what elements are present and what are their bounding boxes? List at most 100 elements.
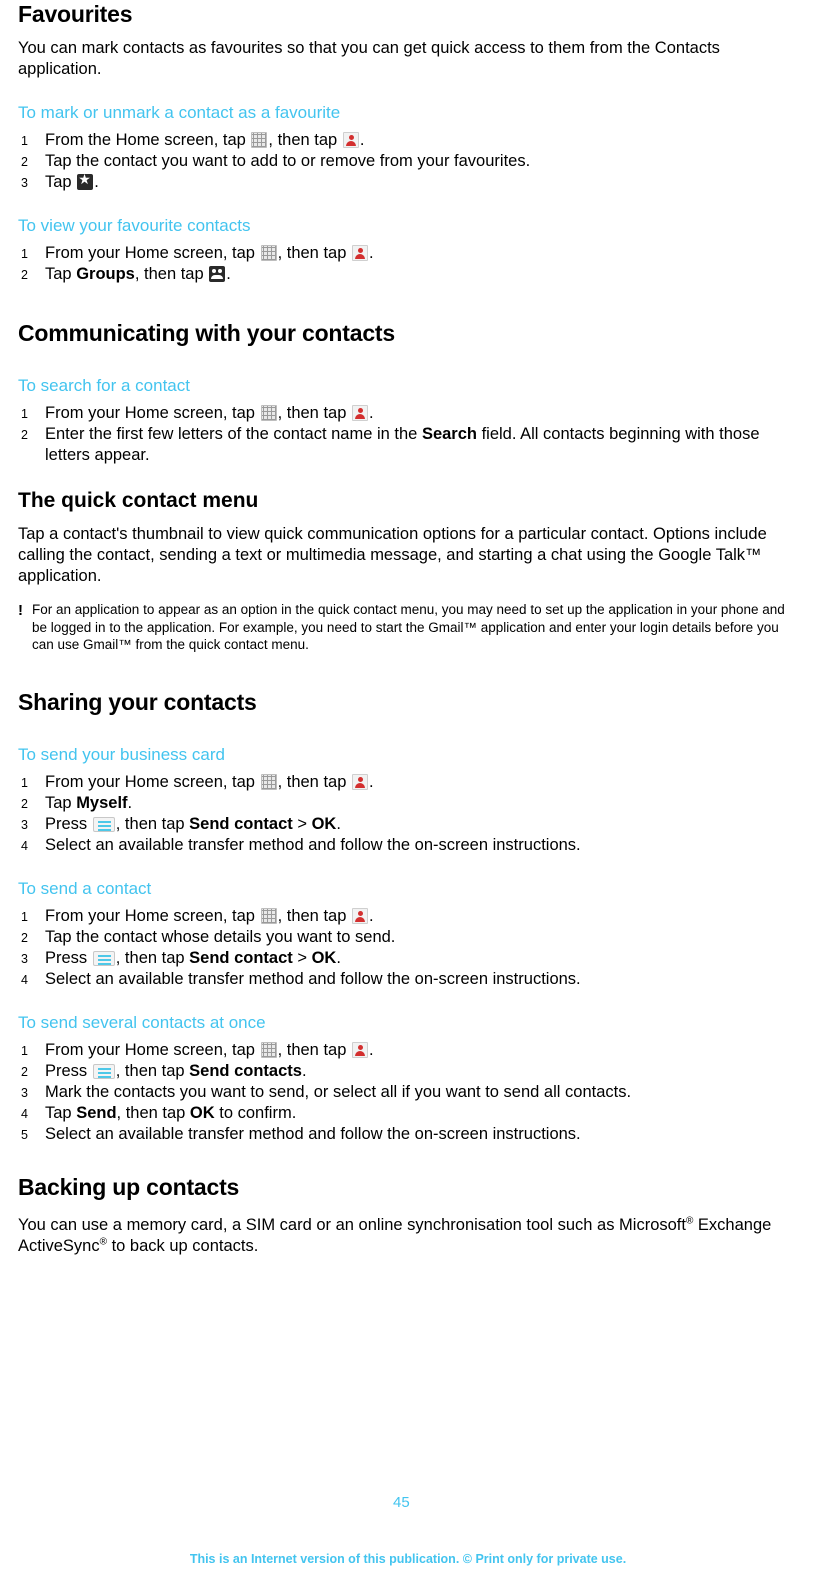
registered-mark: ® [99,1236,107,1247]
step-text: . [368,1040,374,1059]
contacts-icon [351,773,368,790]
step-text: . [368,244,374,262]
list-item: Tap Groups, then tap . [18,264,798,285]
step-text: From your Home screen, tap [45,906,260,925]
ui-label-ok: OK [311,814,337,833]
steps-search-contact: From your Home screen, tap , then tap . … [18,403,798,466]
text-part: to back up contacts. [107,1236,259,1255]
ui-label-send-contact: Send contact [189,814,293,833]
step-text: From your Home screen, tap [45,404,260,422]
text-part: You can use a memory card, a SIM card or… [18,1215,686,1234]
list-item: From the Home screen, tap , then tap . [18,130,798,151]
list-item: Select an available transfer method and … [18,969,798,990]
group-icon [209,266,226,282]
step-text: , then tap [115,948,190,967]
favourites-intro: You can mark contacts as favourites so t… [18,39,720,78]
step-text: Tap [45,1103,77,1122]
step-text: From your Home screen, tap [45,772,260,791]
contacts-icon [351,907,368,924]
apps-grid-icon [260,245,277,261]
list-item: From your Home screen, tap , then tap . [18,772,798,793]
list-item: From your Home screen, tap , then tap . [18,1040,798,1061]
step-text: , then tap [268,131,342,149]
list-item: From your Home screen, tap , then tap . [18,906,798,927]
heading-backing-up-contacts: Backing up contacts [18,1173,240,1200]
steps-view-favourites: From your Home screen, tap , then tap . … [18,243,798,285]
steps-send-contact: From your Home screen, tap , then tap . … [18,906,798,990]
list-item: Tap Myself. [18,793,798,814]
step-text: . [94,173,99,191]
contacts-icon [342,132,359,148]
menu-key-icon [92,950,115,966]
menu-key-icon [92,816,115,832]
ui-label-send: Send [76,1103,117,1122]
procedure-title-view-favourites: To view your favourite contacts [18,216,251,235]
step-text: , then tap [277,772,351,791]
step-text: From your Home screen, tap [45,1040,260,1059]
step-text: Select an available transfer method and … [45,969,581,988]
step-text: , then tap [115,814,190,833]
step-text: > [292,948,312,967]
step-text: , then tap [115,1061,190,1080]
contacts-icon [351,405,368,421]
step-text: . [368,906,374,925]
list-item: Select an available transfer method and … [18,1124,798,1145]
step-text: Enter the first few letters of the conta… [45,425,422,443]
note-icon: ! [18,602,23,619]
procedure-title-send-several-contacts: To send several contacts at once [18,1012,266,1032]
heading-sharing-contacts: Sharing your contacts [18,688,257,715]
step-text: Press [45,948,92,967]
list-item: Tap Send, then tap OK to confirm. [18,1103,798,1124]
step-text: , then tap [277,404,351,422]
ui-label-groups: Groups [76,265,135,283]
step-text: Press [45,1061,92,1080]
ui-label-ok: OK [311,948,337,967]
apps-grid-icon [260,773,277,790]
step-text: Tap [45,265,77,283]
list-item: Select an available transfer method and … [18,835,798,856]
procedure-title-send-contact: To send a contact [18,878,152,898]
list-item: Enter the first few letters of the conta… [18,424,798,466]
quick-contact-menu-body: Tap a contact's thumbnail to view quick … [18,525,767,585]
step-text: Tap the contact you want to add to or re… [45,152,531,170]
step-text: , then tap [277,244,351,262]
ui-label-ok: OK [189,1103,215,1122]
contacts-icon [351,1041,368,1058]
ui-label-send-contact: Send contact [189,948,293,967]
step-text: . [368,404,374,422]
step-text: Select an available transfer method and … [45,835,581,854]
step-text: . [336,814,341,833]
procedure-title-send-business-card: To send your business card [18,744,225,764]
list-item: Tap the contact whose details you want t… [18,927,798,948]
apps-grid-icon [260,405,277,421]
step-text: to confirm. [214,1103,297,1122]
step-text: . [336,948,341,967]
step-text: Select an available transfer method and … [45,1124,581,1143]
step-text: > [292,814,312,833]
step-text: Tap [45,793,77,812]
step-text: , then tap [277,1040,351,1059]
list-item: From your Home screen, tap , then tap . [18,403,798,424]
step-text: Tap the contact whose details you want t… [45,927,396,946]
ui-label-search: Search [421,425,477,443]
list-item: From your Home screen, tap , then tap . [18,243,798,264]
document-page: Favourites You can mark contacts as favo… [0,0,816,1589]
step-text: Press [45,814,92,833]
steps-mark-favourite: From the Home screen, tap , then tap . T… [18,130,798,193]
backing-up-body: You can use a memory card, a SIM card or… [18,1215,798,1257]
ui-label-send-contacts: Send contacts [189,1061,302,1080]
list-item: Press , then tap Send contact > OK. [18,814,798,835]
note-text: For an application to appear as an optio… [32,602,785,652]
steps-send-several-contacts: From your Home screen, tap , then tap . … [18,1040,798,1145]
procedure-title-mark-favourite: To mark or unmark a contact as a favouri… [18,103,341,122]
heading-communicating: Communicating with your contacts [18,320,395,346]
step-text: , then tap [116,1103,190,1122]
step-text: . [127,793,133,812]
menu-key-icon [92,1063,115,1079]
page-number: 45 [393,1494,410,1511]
step-text: From the Home screen, tap [45,131,251,149]
apps-grid-icon [260,1041,277,1058]
list-item: Tap . [18,171,798,193]
step-text: Mark the contacts you want to send, or s… [45,1082,632,1101]
note-block: ! For an application to appear as an opt… [18,601,798,654]
